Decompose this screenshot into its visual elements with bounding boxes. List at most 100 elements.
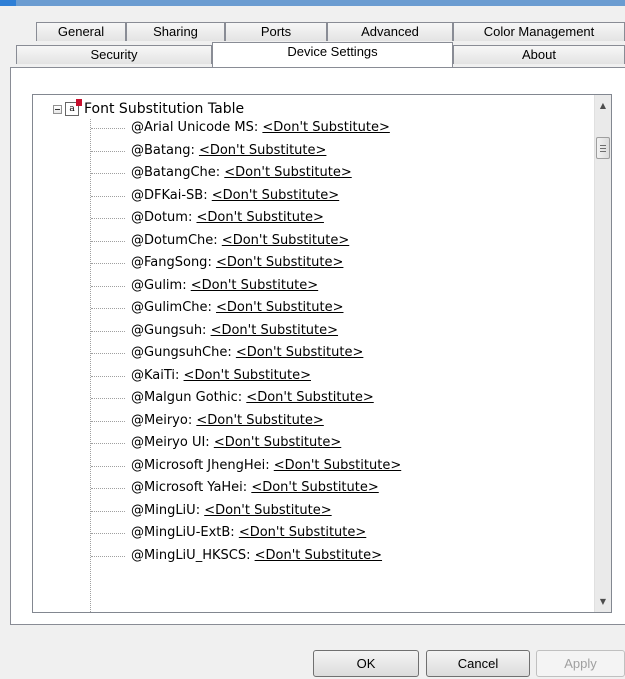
tree-item[interactable]: @Meiryo: <Don't Substitute> [33, 410, 593, 433]
thumb-grip-line [600, 145, 606, 146]
tree-item-text: @DotumChe: <Don't Substitute> [131, 230, 349, 253]
tree-branch-line [91, 488, 125, 489]
tree-root-node[interactable]: a Font Substitution Table [53, 99, 244, 119]
substitute-value-link[interactable]: <Don't Substitute> [216, 300, 343, 315]
apply-button[interactable]: Apply [536, 650, 625, 677]
tree-branch-line [91, 195, 125, 197]
substitute-value-link[interactable]: <Don't Substitute> [274, 458, 401, 473]
tree-item-text: @GungsuhChe: <Don't Substitute> [131, 342, 363, 365]
tree-item[interactable]: @Dotum: <Don't Substitute> [33, 207, 593, 230]
substitute-value-link[interactable]: <Don't Substitute> [251, 480, 378, 495]
tree-branch-line [91, 465, 125, 467]
font-name: @DFKai-SB: [131, 187, 212, 203]
tree-item-text: @Batang: <Don't Substitute> [131, 140, 326, 163]
tree-branch-line [91, 533, 125, 534]
substitute-value-link[interactable]: <Don't Substitute> [184, 368, 311, 383]
substitute-value-link[interactable]: <Don't Substitute> [211, 323, 338, 338]
scroll-thumb[interactable] [596, 137, 610, 159]
tree-item[interactable]: @MingLiU_HKSCS: <Don't Substitute> [33, 545, 593, 568]
tab-advanced[interactable]: Advanced [327, 22, 453, 41]
tree-item[interactable]: @Microsoft JhengHei: <Don't Substitute> [33, 455, 593, 478]
substitute-value-link[interactable]: <Don't Substitute> [236, 345, 363, 360]
font-name: @Microsoft YaHei: [131, 480, 252, 495]
tree-item-text: @Microsoft YaHei: <Don't Substitute> [131, 477, 379, 500]
substitute-value-link[interactable]: <Don't Substitute> [224, 165, 351, 180]
substitute-value-link[interactable]: <Don't Substitute> [214, 435, 341, 450]
font-name: @Gulim: [131, 277, 191, 293]
tree-item[interactable]: @FangSong: <Don't Substitute> [33, 252, 593, 275]
substitute-value-link[interactable]: <Don't Substitute> [212, 188, 339, 203]
tree-item[interactable]: @Meiryo UI: <Don't Substitute> [33, 432, 593, 455]
tree-item-text: @BatangChe: <Don't Substitute> [131, 162, 352, 185]
tree-item[interactable]: @GulimChe: <Don't Substitute> [33, 297, 593, 320]
tab-ports[interactable]: Ports [225, 22, 327, 41]
tree-item[interactable]: @DFKai-SB: <Don't Substitute> [33, 185, 593, 208]
tree-branch-line [91, 173, 125, 174]
tree-item[interactable]: @MingLiU: <Don't Substitute> [33, 500, 593, 523]
thumb-grip-line [600, 151, 606, 152]
tab-color-management[interactable]: Color Management [453, 22, 625, 41]
tree-item-text: @MingLiU_HKSCS: <Don't Substitute> [131, 545, 382, 568]
device-settings-tree[interactable]: a Font Substitution Table @Arial Unicode… [32, 94, 612, 613]
substitute-value-link[interactable]: <Don't Substitute> [199, 143, 326, 158]
tree-item-text: @Microsoft JhengHei: <Don't Substitute> [131, 455, 401, 478]
substitute-value-link[interactable]: <Don't Substitute> [191, 278, 318, 293]
tree-branch-line [91, 398, 125, 399]
tree-item[interactable]: @BatangChe: <Don't Substitute> [33, 162, 593, 185]
font-name: @BatangChe: [131, 165, 225, 180]
cancel-button[interactable]: Cancel [426, 650, 530, 677]
window-title-bar [0, 0, 625, 6]
substitute-value-link[interactable]: <Don't Substitute> [239, 525, 366, 540]
tab-security[interactable]: Security [16, 45, 212, 64]
window-icon [0, 0, 16, 6]
substitute-value-link[interactable]: <Don't Substitute> [246, 390, 373, 405]
tab-sharing[interactable]: Sharing [126, 22, 225, 41]
tree-item-text: @Arial Unicode MS: <Don't Substitute> [131, 117, 390, 140]
tab-about[interactable]: About [453, 45, 625, 64]
tree-item-text: @Malgun Gothic: <Don't Substitute> [131, 387, 374, 410]
tab-device-settings[interactable]: Device Settings [212, 42, 453, 67]
collapse-icon[interactable] [53, 104, 62, 114]
substitute-value-link[interactable]: <Don't Substitute> [255, 548, 382, 563]
tree-item[interactable]: @Batang: <Don't Substitute> [33, 140, 593, 163]
substitute-value-link[interactable]: <Don't Substitute> [196, 210, 323, 225]
substitute-value-link[interactable]: <Don't Substitute> [262, 120, 389, 135]
tree-item[interactable]: @Gungsuh: <Don't Substitute> [33, 320, 593, 343]
font-name: @Microsoft JhengHei: [131, 457, 274, 473]
tree-branch-line [91, 240, 125, 242]
substitute-value-link[interactable]: <Don't Substitute> [196, 413, 323, 428]
scroll-up-icon[interactable]: ▲ [595, 97, 611, 114]
tree-item-text: @Gulim: <Don't Substitute> [131, 275, 318, 298]
font-table-icon: a [65, 99, 82, 116]
tree-item-text: @MingLiU: <Don't Substitute> [131, 500, 332, 523]
tree-viewport: a Font Substitution Table @Arial Unicode… [33, 95, 593, 612]
tab-row-1: General Sharing Ports Advanced Color Man… [0, 22, 625, 42]
tab-row-2: Security Device Settings About [0, 42, 625, 67]
substitute-value-link[interactable]: <Don't Substitute> [216, 255, 343, 270]
thumb-grip-line [600, 148, 606, 149]
tree-item[interactable]: @Microsoft YaHei: <Don't Substitute> [33, 477, 593, 500]
tab-general[interactable]: General [36, 22, 126, 41]
tree-branch-line [91, 510, 125, 512]
substitute-value-link[interactable]: <Don't Substitute> [222, 233, 349, 248]
substitute-value-link[interactable]: <Don't Substitute> [204, 503, 331, 518]
tree-branch-line [91, 218, 125, 219]
tree-item[interactable]: @GungsuhChe: <Don't Substitute> [33, 342, 593, 365]
scroll-down-icon[interactable]: ▼ [595, 593, 611, 610]
tree-branch-line [91, 420, 125, 422]
vertical-scrollbar[interactable]: ▲ ▼ [594, 95, 611, 612]
tree-items: @Arial Unicode MS: <Don't Substitute> @Ba… [33, 117, 593, 567]
tree-item[interactable]: @MingLiU-ExtB: <Don't Substitute> [33, 522, 593, 545]
tree-branch-line [91, 443, 125, 444]
tree-branch-line [91, 285, 125, 287]
ok-button[interactable]: OK [313, 650, 419, 677]
tree-item[interactable]: @Arial Unicode MS: <Don't Substitute> [33, 117, 593, 140]
tree-item-text: @Gungsuh: <Don't Substitute> [131, 320, 338, 343]
tree-branch-line [91, 263, 125, 264]
tree-item[interactable]: @Gulim: <Don't Substitute> [33, 275, 593, 298]
tree-branch-line [91, 375, 125, 377]
tree-item[interactable]: @Malgun Gothic: <Don't Substitute> [33, 387, 593, 410]
tree-item[interactable]: @KaiTi: <Don't Substitute> [33, 365, 593, 388]
font-name: @GungsuhChe: [131, 345, 236, 360]
tree-item[interactable]: @DotumChe: <Don't Substitute> [33, 230, 593, 253]
